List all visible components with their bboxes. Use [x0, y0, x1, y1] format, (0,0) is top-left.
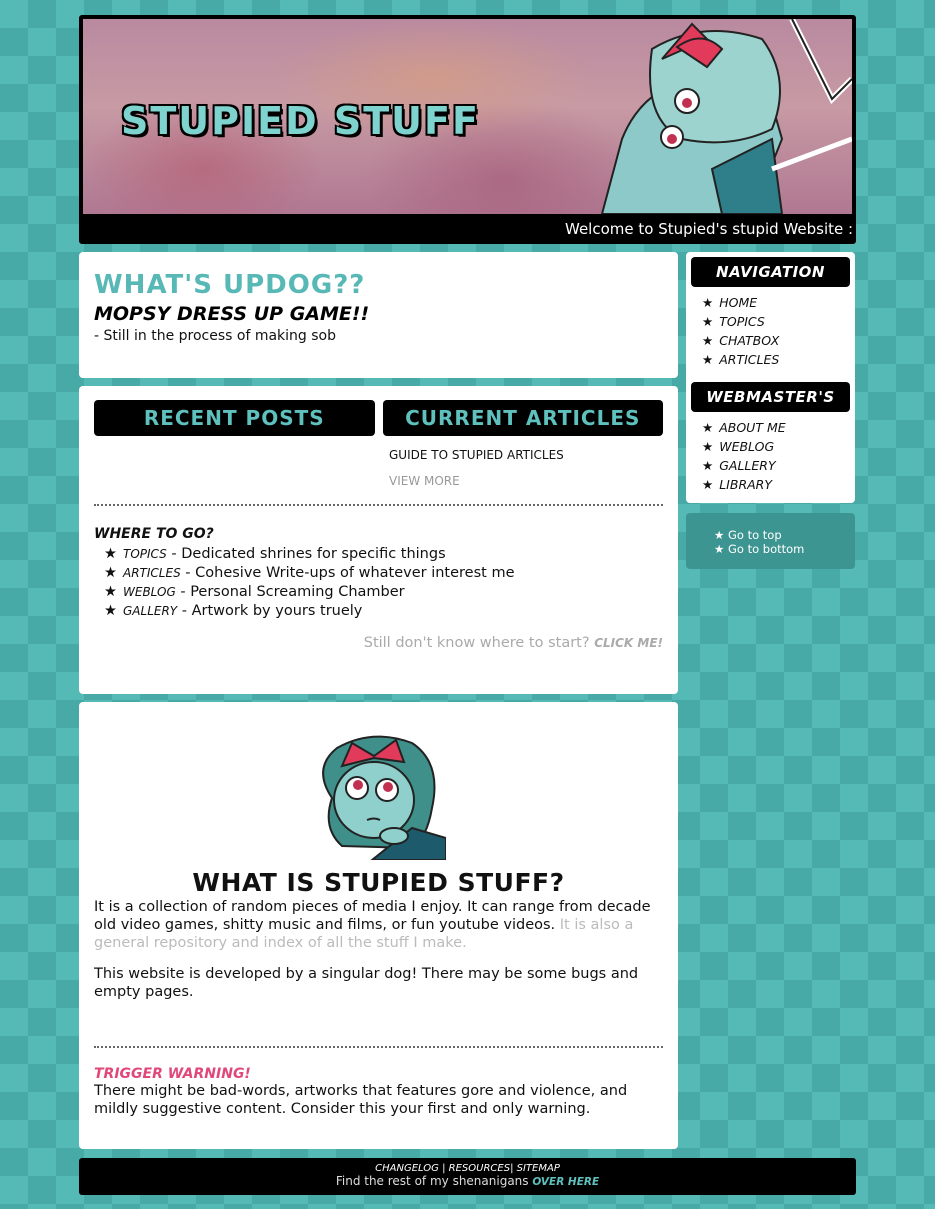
star-icon: ★: [702, 352, 714, 367]
updates-panel: WHAT'S UPDOG?? MOPSY DRESS UP GAME!! - S…: [79, 252, 678, 378]
start-hint: Still don't know where to start? CLICK M…: [94, 635, 663, 651]
where-item-gallery: ★ GALLERY - Artwork by yours truely: [104, 602, 663, 621]
web-label: ABOUT ME: [719, 420, 786, 435]
sidebar: NAVIGATION ★ HOME ★ TOPICS ★ CHATBOX ★ ARTIC…: [686, 252, 855, 503]
where-desc: - Artwork by yours truely: [177, 603, 363, 619]
over-here-link[interactable]: OVER HERE: [532, 1176, 599, 1188]
where-link-topics[interactable]: TOPICS: [123, 547, 167, 561]
nav-item-articles[interactable]: ★ ARTICLES: [702, 350, 850, 369]
web-item-library[interactable]: ★ LIBRARY: [702, 475, 850, 494]
star-icon: ★: [702, 458, 714, 473]
about-panel: WHAT IS STUPIED STUFF? It is a collectio…: [79, 702, 678, 1149]
star-icon: ★: [104, 584, 117, 600]
star-icon: ★: [104, 565, 117, 581]
where-to-go-section: WHERE TO GO? ★ TOPICS - Dedicated shrines…: [94, 526, 663, 651]
star-icon: ★: [702, 295, 714, 310]
view-more-link[interactable]: VIEW MORE: [389, 474, 663, 488]
where-heading: WHERE TO GO?: [94, 526, 214, 542]
nav-label: TOPICS: [719, 314, 765, 329]
sitemap-link[interactable]: SITEMAP: [517, 1163, 560, 1174]
footer-separator: |: [438, 1163, 449, 1174]
nav-label: CHATBOX: [719, 333, 780, 348]
where-link-gallery[interactable]: GALLERY: [123, 604, 177, 618]
where-desc: - Dedicated shrines for specific things: [166, 546, 446, 562]
footer-links: CHANGELOG | RESOURCES| SITEMAP: [79, 1163, 856, 1174]
updates-subheading: MOPSY DRESS UP GAME!!: [94, 303, 370, 325]
site-banner: STUPIED STUFF Welcome to Stupied's stupi…: [79, 15, 856, 244]
changelog-link[interactable]: CHANGELOG: [375, 1163, 439, 1174]
where-link-articles[interactable]: ARTICLES: [123, 566, 181, 580]
about-paragraph-2: This website is developed by a singular …: [94, 966, 639, 1000]
updates-text: - Still in the process of making sob: [94, 328, 336, 344]
navigation-heading: NAVIGATION: [691, 257, 850, 287]
hint-text: Still don't know where to start?: [363, 635, 595, 651]
where-item-articles: ★ ARTICLES - Cohesive Write-ups of whatev…: [104, 564, 663, 583]
star-icon: ★: [104, 546, 117, 562]
web-item-weblog[interactable]: ★ WEBLOG: [702, 437, 850, 456]
go-to-top-link[interactable]: ★ Go to top: [714, 528, 855, 542]
nav-item-topics[interactable]: ★ TOPICS: [702, 312, 850, 331]
web-label: LIBRARY: [719, 477, 773, 492]
where-list: ★ TOPICS - Dedicated shrines for specific…: [104, 545, 663, 621]
article-link-guide[interactable]: GUIDE TO STUPIED ARTICLES: [389, 448, 663, 462]
star-icon: ★: [702, 439, 714, 454]
about-paragraph-1: It is a collection of random pieces of m…: [94, 898, 663, 952]
site-footer: CHANGELOG | RESOURCES| SITEMAP Find the …: [79, 1158, 856, 1195]
star-icon: ★: [702, 477, 714, 492]
footer-text: Find the rest of my shenanigans OVER HER…: [79, 1174, 856, 1188]
posts-panel: RECENT POSTS CURRENT ARTICLES GUIDE TO S…: [79, 386, 678, 694]
star-icon: ★: [702, 333, 714, 348]
tab-current-articles[interactable]: CURRENT ARTICLES: [382, 400, 663, 436]
articles-list: GUIDE TO STUPIED ARTICLES VIEW MORE: [389, 448, 663, 488]
where-item-weblog: ★ WEBLOG - Personal Screaming Chamber: [104, 583, 663, 602]
welcome-marquee: Welcome to Stupied's stupid Website :3: [83, 214, 852, 240]
scroll-links-box: ★ Go to top ★ Go to bottom: [686, 513, 855, 569]
go-to-bottom-link[interactable]: ★ Go to bottom: [714, 542, 855, 556]
about-heading: WHAT IS STUPIED STUFF?: [192, 868, 565, 897]
footer-rest-text: Find the rest of my shenanigans: [335, 1174, 533, 1188]
webmaster-heading: WEBMASTER'S: [691, 382, 850, 412]
resources-link[interactable]: RESOURCES: [449, 1163, 510, 1174]
web-label: WEBLOG: [719, 439, 775, 454]
where-item-topics: ★ TOPICS - Dedicated shrines for specific…: [104, 545, 663, 564]
trigger-warning-heading: TRIGGER WARNING!: [94, 1066, 251, 1082]
updates-heading: WHAT'S UPDOG??: [94, 270, 366, 300]
web-item-gallery[interactable]: ★ GALLERY: [702, 456, 850, 475]
banner-character-art: [600, 19, 852, 214]
click-me-link[interactable]: CLICK ME!: [594, 636, 663, 650]
marquee-text: Welcome to Stupied's stupid Website :3: [565, 220, 852, 238]
where-link-weblog[interactable]: WEBLOG: [123, 585, 176, 599]
where-desc: - Cohesive Write-ups of whatever interes…: [180, 565, 515, 581]
site-title: STUPIED STUFF: [121, 99, 480, 143]
posts-tabs: RECENT POSTS CURRENT ARTICLES: [94, 400, 663, 436]
star-icon: ★: [702, 420, 714, 435]
divider: [94, 504, 663, 506]
star-icon: ★: [104, 603, 117, 619]
nav-item-home[interactable]: ★ HOME: [702, 293, 850, 312]
divider: [94, 1046, 663, 1048]
nav-item-chatbox[interactable]: ★ CHATBOX: [702, 331, 850, 350]
navigation-list: ★ HOME ★ TOPICS ★ CHATBOX ★ ARTICLES: [702, 293, 850, 369]
where-desc: - Personal Screaming Chamber: [175, 584, 405, 600]
web-label: GALLERY: [719, 458, 776, 473]
trigger-warning-text: There might be bad-words, artworks that …: [94, 1083, 628, 1117]
web-item-about-me[interactable]: ★ ABOUT ME: [702, 418, 850, 437]
tab-recent-posts[interactable]: RECENT POSTS: [94, 400, 375, 436]
nav-label: HOME: [719, 295, 758, 310]
star-icon: ★: [702, 314, 714, 329]
webmaster-list: ★ ABOUT ME ★ WEBLOG ★ GALLERY ★ LIBRARY: [702, 418, 850, 494]
nav-label: ARTICLES: [719, 352, 780, 367]
mascot-art: [321, 735, 446, 860]
